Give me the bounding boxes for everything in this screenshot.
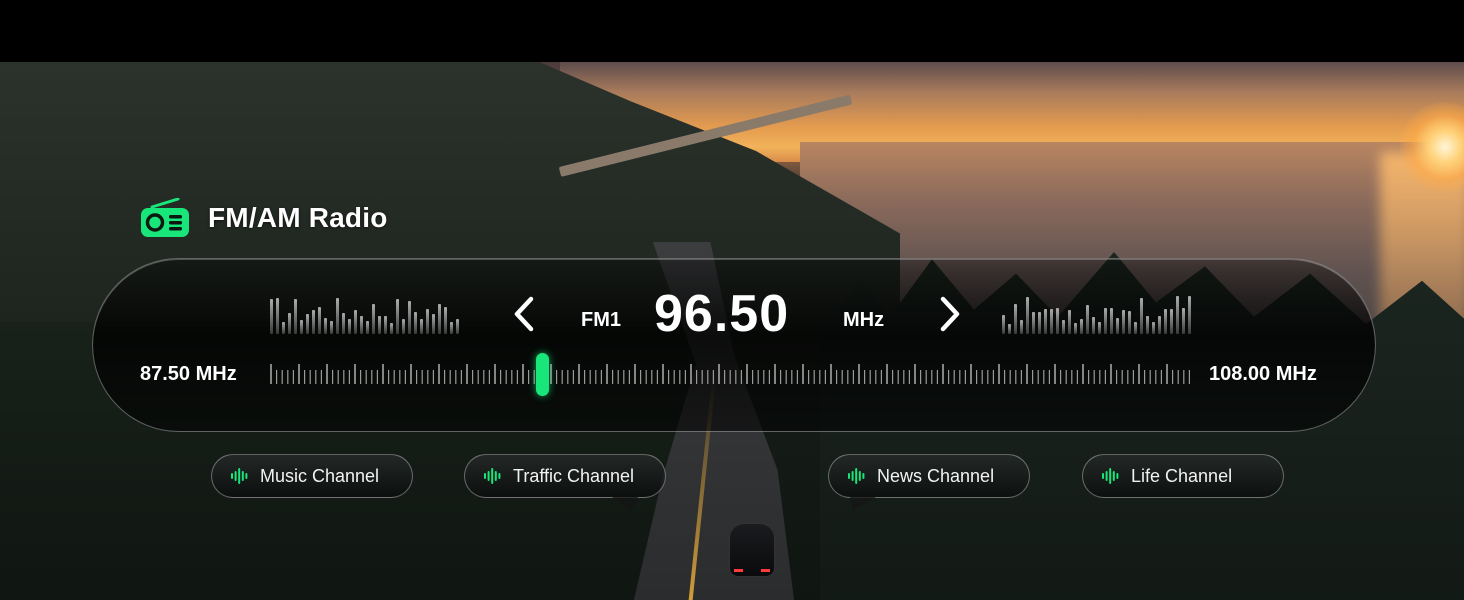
waveform-bar (324, 318, 327, 334)
waveform-bar (270, 299, 273, 334)
waveform-bar (294, 299, 297, 334)
waveform-bar (1020, 320, 1023, 334)
chip-label: News Channel (877, 465, 995, 486)
waveform-bar (1074, 323, 1077, 334)
frequency-display: 96.50 (654, 285, 790, 343)
waveform-icon (483, 468, 501, 484)
waveform-bar (1188, 296, 1191, 334)
waveform-bar (1122, 310, 1125, 334)
waveform-bar (276, 298, 279, 334)
waveform-bar (1080, 319, 1083, 334)
next-station-button[interactable] (930, 292, 970, 336)
waveform-bar (1038, 312, 1041, 334)
waveform-bar (1014, 304, 1017, 334)
waveform-bar (366, 321, 369, 334)
waveform-bar (1092, 317, 1095, 334)
frequency-slider-handle[interactable] (536, 353, 549, 396)
chevron-left-icon (514, 296, 534, 332)
waveform-bar (1032, 312, 1035, 334)
waveform-bar (336, 298, 339, 334)
top-black-bar (0, 0, 1464, 62)
waveform-bar (1050, 309, 1053, 334)
waveform-bar (372, 304, 375, 334)
waveform-bar (450, 322, 453, 334)
waveform-bar (330, 321, 333, 334)
waveform-bar (312, 310, 315, 334)
waveform-bar (1002, 315, 1005, 334)
waveform-bar (384, 316, 387, 334)
car (730, 524, 774, 576)
range-min-label: 87.50 MHz (140, 363, 237, 385)
music-channel-button[interactable]: Music Channel (211, 454, 413, 498)
waveform-bar (1158, 316, 1161, 334)
waveform-bar (342, 313, 345, 334)
waveform-bar (1062, 320, 1065, 334)
signal-waveform-left (270, 294, 459, 334)
waveform-bar (1152, 322, 1155, 334)
range-max-label: 108.00 MHz (1209, 363, 1317, 385)
waveform-bar (438, 304, 441, 334)
waveform-bar (378, 316, 381, 334)
waveform-bar (300, 320, 303, 334)
waveform-bar (1098, 322, 1101, 334)
chip-label: Music Channel (260, 465, 380, 486)
waveform-bar (1056, 308, 1059, 334)
radio-icon (140, 198, 190, 238)
waveform-bar (444, 307, 447, 334)
waveform-bar (426, 309, 429, 334)
news-channel-button[interactable]: News Channel (828, 454, 1030, 498)
waveform-bar (396, 299, 399, 334)
chip-label: Life Channel (1131, 465, 1233, 486)
waveform-bar (408, 301, 411, 334)
waveform-bar (1110, 308, 1113, 334)
app-header: FM/AM Radio (140, 196, 388, 240)
waveform-bar (390, 323, 393, 334)
traffic-channel-button[interactable]: Traffic Channel (464, 454, 666, 498)
waveform-bar (1116, 318, 1119, 334)
waveform-bar (1176, 296, 1179, 334)
waveform-icon (1101, 468, 1119, 484)
life-channel-button[interactable]: Life Channel (1082, 454, 1284, 498)
waveform-bar (1164, 309, 1167, 334)
waveform-bar (1086, 305, 1089, 334)
waveform-bar (1134, 322, 1137, 334)
waveform-bar (360, 316, 363, 334)
waveform-bar (432, 314, 435, 334)
waveform-bar (1068, 310, 1071, 334)
waveform-bar (288, 313, 291, 334)
frequency-dial[interactable] (270, 360, 1194, 388)
waveform-bar (420, 319, 423, 334)
waveform-bar (1140, 298, 1143, 334)
waveform-bar (1128, 311, 1131, 334)
chip-label: Traffic Channel (513, 465, 635, 486)
waveform-bar (318, 307, 321, 334)
waveform-bar (282, 322, 285, 334)
waveform-bar (402, 319, 405, 334)
waveform-bar (1182, 308, 1185, 334)
chevron-right-icon (940, 296, 960, 332)
page-title: FM/AM Radio (208, 202, 388, 233)
signal-waveform-right (1002, 294, 1191, 334)
waveform-icon (847, 468, 865, 484)
waveform-bar (456, 319, 459, 334)
waveform-bar (1170, 309, 1173, 334)
waveform-bar (306, 314, 309, 334)
waveform-bar (348, 319, 351, 334)
waveform-bar (1008, 324, 1011, 334)
waveform-bar (1026, 297, 1029, 334)
waveform-bar (354, 310, 357, 334)
previous-station-button[interactable] (504, 292, 544, 336)
frequency-unit: MHz (843, 309, 885, 331)
band-label: FM1 (581, 309, 621, 331)
waveform-icon (230, 468, 248, 484)
waveform-bar (414, 312, 417, 334)
waveform-bar (1104, 308, 1107, 334)
waveform-bar (1146, 316, 1149, 334)
waveform-bar (1044, 309, 1047, 334)
